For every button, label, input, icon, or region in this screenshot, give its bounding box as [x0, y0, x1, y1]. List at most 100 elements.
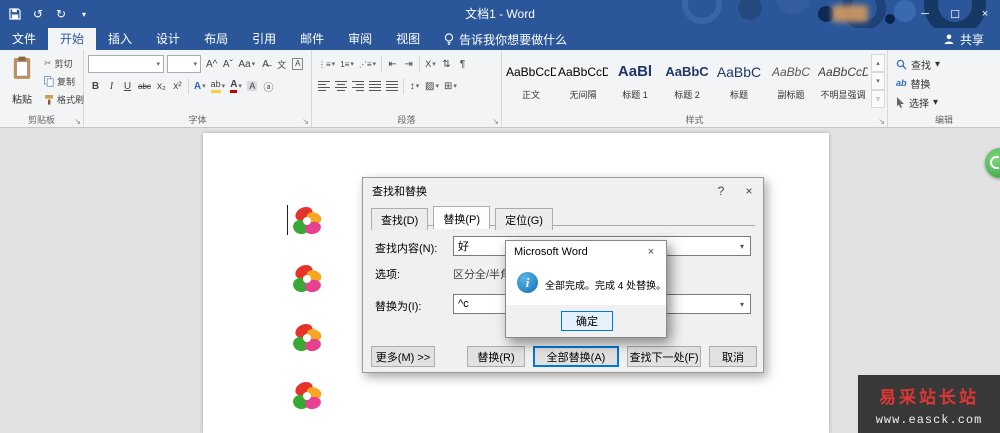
document-logo-image[interactable]: [291, 263, 323, 295]
chevron-down-icon: ▾: [81, 9, 86, 19]
show-marks-button[interactable]: ¶: [455, 55, 470, 73]
style-subtitle[interactable]: AaBbC 副标题: [765, 53, 817, 111]
tab-review[interactable]: 审阅: [336, 28, 384, 50]
share-button[interactable]: 共享: [927, 28, 1000, 50]
shrink-font-button[interactable]: Aˇ: [220, 55, 235, 73]
style-no-spacing[interactable]: AaBbCcD 无间隔: [557, 53, 609, 111]
highlight-button[interactable]: ab ▾: [209, 77, 228, 95]
style-heading2[interactable]: AaBbC 标题 2: [661, 53, 713, 111]
line-spacing-button[interactable]: ↕ ▾: [407, 77, 422, 95]
tab-layout[interactable]: 布局: [192, 28, 240, 50]
superscript-button[interactable]: x²: [170, 77, 185, 95]
borders-button[interactable]: ⊞ ▾: [442, 77, 459, 95]
cut-button[interactable]: ✂ 剪切: [42, 55, 86, 71]
style-heading1[interactable]: AaBl 标题 1: [609, 53, 661, 111]
tab-view[interactable]: 视图: [384, 28, 432, 50]
account-name-blurred[interactable]: [832, 5, 868, 22]
close-button[interactable]: ×: [970, 0, 1000, 28]
find-button[interactable]: 查找 ▾: [896, 56, 940, 72]
clipboard-dialog-launcher[interactable]: ↘: [74, 117, 81, 126]
styles-scroll-down-button[interactable]: ▾: [871, 72, 885, 90]
styles-more-button[interactable]: ▿: [871, 90, 885, 108]
align-center-button[interactable]: [333, 77, 349, 95]
msgbox-titlebar[interactable]: Microsoft Word ×: [506, 241, 666, 263]
replace-all-button[interactable]: 全部替换(A): [533, 346, 619, 367]
search-icon: [896, 59, 907, 69]
minimize-button[interactable]: ─: [910, 0, 940, 28]
copy-button[interactable]: 复制: [42, 73, 86, 89]
font-name-combo[interactable]: ▾: [88, 55, 164, 73]
style-title[interactable]: AaBbC 标题: [713, 53, 765, 111]
paragraph-dialog-launcher[interactable]: ↘: [492, 117, 499, 126]
document-logo-image[interactable]: [291, 205, 323, 237]
document-logo-image[interactable]: [291, 380, 323, 412]
tab-design[interactable]: 设计: [144, 28, 192, 50]
decrease-indent-button[interactable]: ⇤: [385, 55, 400, 73]
ok-button[interactable]: 确定: [561, 311, 613, 331]
change-case-button[interactable]: Aa ▾: [236, 55, 257, 73]
distribute-button[interactable]: [384, 77, 400, 95]
tab-mailings[interactable]: 邮件: [288, 28, 336, 50]
sort-button[interactable]: ⇅: [439, 55, 454, 73]
tab-insert[interactable]: 插入: [96, 28, 144, 50]
close-icon: ×: [981, 8, 989, 20]
strikethrough-button[interactable]: abc: [136, 77, 153, 95]
text-effects-button[interactable]: A ▾: [192, 77, 208, 95]
tab-references[interactable]: 引用: [240, 28, 288, 50]
character-shading-button[interactable]: A: [245, 77, 260, 95]
numbering-button[interactable]: 1≡ ▾: [338, 55, 356, 73]
undo-button[interactable]: ↺: [31, 5, 45, 23]
font-size-combo[interactable]: ▾: [167, 55, 201, 73]
qat-customize-button[interactable]: ▾: [77, 5, 91, 23]
font-dialog-launcher[interactable]: ↘: [302, 117, 309, 126]
align-right-button[interactable]: [350, 77, 366, 95]
find-next-button[interactable]: 查找下一处(F): [627, 346, 701, 367]
tab-home[interactable]: 开始: [48, 28, 97, 50]
justify-button[interactable]: [367, 77, 383, 95]
redo-button[interactable]: ↻: [54, 5, 68, 23]
dialog-help-button[interactable]: ?: [707, 178, 735, 204]
group-editing: 查找 ▾ ab 替换 选择 ▾ 编辑: [888, 50, 1000, 127]
save-button[interactable]: [8, 5, 22, 23]
clear-formatting-button[interactable]: A̶: [258, 55, 273, 73]
grow-font-button[interactable]: A^: [204, 55, 219, 73]
font-color-button[interactable]: A ▾: [228, 77, 244, 95]
align-left-icon: [318, 81, 330, 91]
dialog-close-button[interactable]: ×: [735, 178, 763, 204]
style-normal[interactable]: AaBbCcD 正文: [505, 53, 557, 111]
shading-button[interactable]: ▨ ▾: [423, 77, 441, 95]
tab-file[interactable]: 文件: [0, 28, 48, 50]
styles-scroll-up-button[interactable]: ▴: [871, 54, 885, 72]
enclose-characters-button[interactable]: ⓐ: [261, 77, 276, 95]
character-border-button[interactable]: A: [290, 55, 305, 73]
paste-button[interactable]: 粘贴: [4, 54, 40, 108]
format-painter-button[interactable]: 格式刷: [42, 91, 86, 107]
tab-replace[interactable]: 替换(P): [433, 206, 491, 229]
cancel-button[interactable]: 取消: [709, 346, 757, 367]
floating-speed-widget[interactable]: [985, 148, 1000, 178]
increase-indent-button[interactable]: ⇥: [401, 55, 416, 73]
tellme-search[interactable]: 告诉我你想要做什么: [432, 28, 579, 50]
phonetic-guide-button[interactable]: 文: [274, 55, 289, 73]
select-button[interactable]: 选择 ▾: [896, 94, 940, 110]
dialog-titlebar[interactable]: 查找和替换 ? ×: [363, 178, 763, 204]
document-logo-image[interactable]: [291, 322, 323, 354]
msgbox-close-button[interactable]: ×: [636, 241, 666, 263]
align-left-button[interactable]: [316, 77, 332, 95]
tab-goto[interactable]: 定位(G): [495, 208, 553, 230]
more-button[interactable]: 更多(M) >>: [371, 346, 435, 367]
subscript-button[interactable]: x₂: [154, 77, 169, 95]
maximize-button[interactable]: ☐: [940, 0, 970, 28]
replace-button[interactable]: ab 替换: [896, 75, 940, 91]
bold-button[interactable]: B: [88, 77, 103, 95]
multilevel-list-button[interactable]: ⋰≡ ▾: [357, 55, 378, 73]
underline-button[interactable]: U: [120, 77, 135, 95]
italic-button[interactable]: I: [104, 77, 119, 95]
bullets-button[interactable]: ⋮≡ ▾: [316, 55, 337, 73]
tab-find[interactable]: 查找(D): [371, 208, 429, 230]
replace-one-button[interactable]: 替换(R): [467, 346, 525, 367]
asian-layout-button[interactable]: X ▾: [423, 55, 438, 73]
style-subtle-emphasis[interactable]: AaBbCcD 不明显强调: [817, 53, 869, 111]
styles-dialog-launcher[interactable]: ↘: [878, 117, 885, 126]
chevron-down-icon: ▾: [221, 83, 226, 90]
